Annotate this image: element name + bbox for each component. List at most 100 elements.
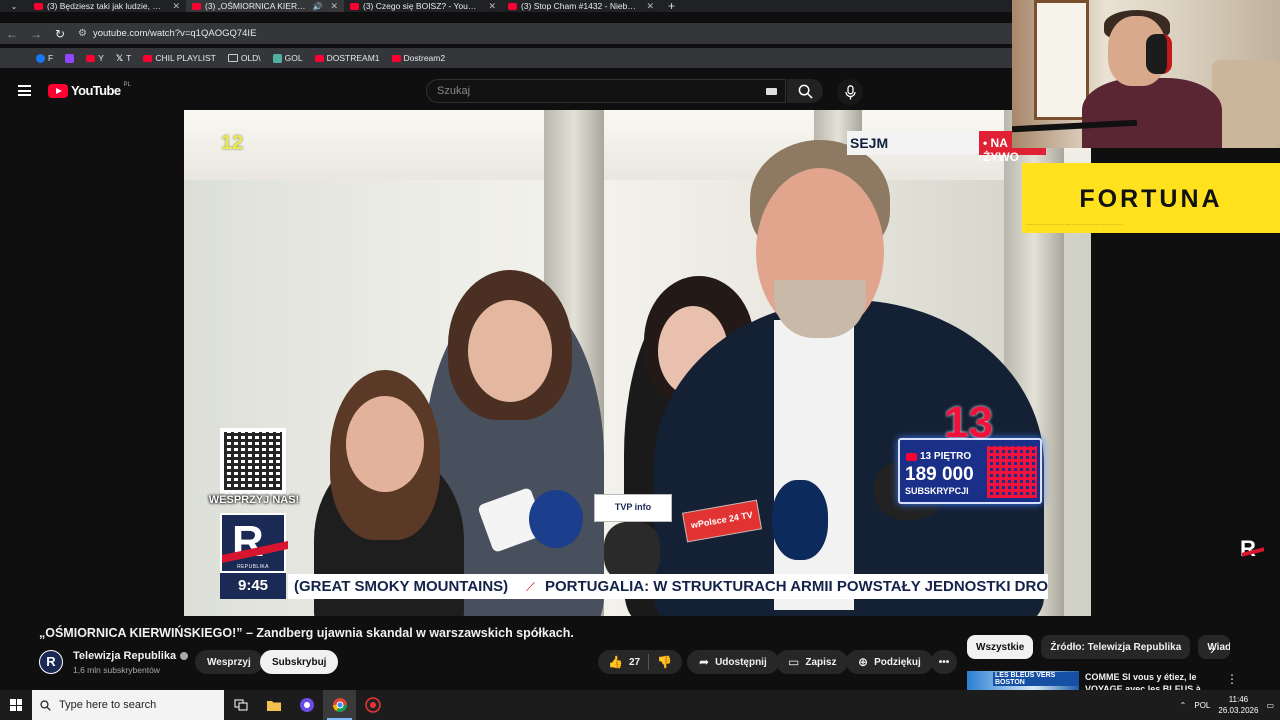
tab-title: (3) „OŚMIORNICA KIERWIŃ xyxy=(205,1,309,11)
tray-overflow-chevron-icon[interactable]: ⌃ xyxy=(1180,701,1187,710)
language-indicator[interactable]: POL xyxy=(1194,701,1210,710)
bookmark-y[interactable]: Y xyxy=(86,53,104,63)
webcam-couch xyxy=(1212,60,1280,148)
more-actions-button[interactable]: ••• xyxy=(931,650,957,674)
support-button[interactable]: Wesprzyj xyxy=(195,650,263,674)
close-tab-icon[interactable]: ✕ xyxy=(172,1,180,12)
ticker-text-right: PORTUGALIA: W STRUKTURACH ARMII POWSTAŁY… xyxy=(544,578,1048,595)
chip-source[interactable]: Źródło: Telewizja Republika xyxy=(1041,635,1191,659)
bookmark-chil-playlist[interactable]: CHIL PLAYLIST xyxy=(143,53,216,63)
facebook-icon xyxy=(36,53,45,63)
youtube-icon xyxy=(86,54,96,62)
bookmark-gol[interactable]: GOL xyxy=(272,53,303,63)
youtube-header: YouTube PL Szukaj xyxy=(0,72,1012,110)
polsat-news-mic xyxy=(772,480,828,560)
share-button[interactable]: ➦ Udostępnij xyxy=(687,650,779,674)
verified-check-icon xyxy=(180,652,189,660)
thumbnail-text: LES BLEUS VERS BOSTON xyxy=(993,672,1079,686)
broadcast-clock: 9:45 xyxy=(220,573,286,599)
reload-icon[interactable]: ↻ xyxy=(48,27,72,41)
notification-icon[interactable]: ▭ xyxy=(1266,701,1274,710)
thanks-button[interactable]: ⊕ Podziękuj xyxy=(846,650,933,674)
channel-name: Telewizja Republika xyxy=(73,650,177,662)
search-input[interactable]: Szukaj xyxy=(426,79,786,103)
streamer-webcam xyxy=(1012,0,1280,148)
channel-number-badge: 12 xyxy=(221,132,244,154)
task-view-icon[interactable] xyxy=(224,690,257,720)
chip-all[interactable]: Wszystkie xyxy=(967,635,1034,659)
divider xyxy=(648,654,650,670)
bookmark-label: CHIL PLAYLIST xyxy=(155,53,216,63)
chevron-right-icon[interactable]: › xyxy=(1210,641,1215,657)
bookmark-folder-old[interactable]: OLD\ xyxy=(227,53,261,63)
file-explorer-icon[interactable] xyxy=(257,690,290,720)
channel-name-row[interactable]: Telewizja Republika xyxy=(73,650,189,662)
bookmark-f[interactable]: F xyxy=(36,53,53,63)
recommended-video-thumbnail[interactable]: LES BLEUS VERS BOSTON xyxy=(967,671,1079,691)
youtube-favicon-icon xyxy=(508,2,517,10)
microphone-icon xyxy=(844,84,856,99)
taskbar-clock[interactable]: 11:46 26.03.2026 xyxy=(1218,694,1258,716)
recording-app-icon[interactable] xyxy=(356,690,389,720)
browser-tab[interactable]: (3) Czego się BOISZ? - YouTube ✕ xyxy=(344,0,502,12)
close-tab-icon[interactable]: ✕ xyxy=(330,1,338,12)
speaker-icon[interactable]: 🔊 xyxy=(312,2,322,11)
youtube-favicon-icon xyxy=(34,2,43,10)
bookmarks-bar: F Y 𝕏 T CHIL PLAYLIST OLD\ GOL DOSTREAM1 xyxy=(0,48,1012,68)
back-arrow-icon[interactable]: ← xyxy=(0,27,24,41)
browser-tab[interactable]: (3) Stop Cham #1432 - Niebezp ✕ xyxy=(502,0,660,12)
tab-title: (3) Będziesz taki jak ludzie, któr xyxy=(47,1,165,11)
bookmark-dostream1[interactable]: DOSTREAM1 xyxy=(314,53,380,63)
donate-label: WESPRZYJ NAS! xyxy=(208,494,300,506)
obs-app-icon[interactable] xyxy=(290,690,323,720)
save-button[interactable]: ▭ Zapisz xyxy=(776,650,849,674)
badge-qr-code xyxy=(987,446,1037,498)
gol-icon xyxy=(272,53,282,63)
video-player[interactable]: TVP info wPolsce 24 TV 12 SEJM • NA ŻYWO… xyxy=(184,110,1091,616)
recommended-video-title[interactable]: COMME SI vous y étiez, le VOYAGE avec le… xyxy=(1085,671,1210,691)
video-person-face xyxy=(468,300,552,402)
chrome-app-icon[interactable] xyxy=(323,690,356,720)
bookmark-label: F xyxy=(48,53,54,63)
close-tab-icon[interactable]: ✕ xyxy=(488,1,496,12)
tab-title: (3) Stop Cham #1432 - Niebezp xyxy=(521,1,639,11)
hamburger-menu-icon[interactable] xyxy=(18,85,31,96)
windows-logo-icon xyxy=(10,699,22,711)
tvp-info-mic-flag: TVP info xyxy=(594,494,672,522)
start-button[interactable] xyxy=(0,690,32,720)
keyboard-icon[interactable] xyxy=(766,88,777,95)
close-tab-icon[interactable]: ✕ xyxy=(646,1,654,12)
ad-brand: FORTUNA xyxy=(1079,185,1223,213)
more-vertical-icon[interactable]: ⋮ xyxy=(1226,672,1238,686)
channel-avatar[interactable]: R xyxy=(39,650,63,674)
search-icon xyxy=(40,699,51,711)
site-settings-icon[interactable]: ⚙ xyxy=(78,28,87,39)
station-name: REPUBLIKA xyxy=(237,564,269,570)
taskbar-date: 26.03.2026 xyxy=(1218,706,1259,715)
thumbs-down-icon[interactable]: 👎 xyxy=(657,655,672,669)
ticker-separator-icon xyxy=(526,582,535,591)
browser-tab-active[interactable]: (3) „OŚMIORNICA KIERWIŃ 🔊 ✕ xyxy=(186,0,344,12)
taskbar-search-input[interactable]: Type here to search xyxy=(32,690,224,720)
youtube-logo[interactable]: YouTube PL xyxy=(48,82,131,98)
ticker-text-left: (GREAT SMOKY MOUNTAINS) xyxy=(294,578,509,595)
tab-search-chevron-icon[interactable]: ⌄ xyxy=(0,0,28,12)
voice-search-button[interactable] xyxy=(837,79,863,105)
thumbs-up-icon: 👍 xyxy=(607,655,623,669)
url-field[interactable]: ⚙ youtube.com/watch?v=q1QAOGQ74IE xyxy=(72,23,256,44)
youtube-icon xyxy=(143,54,153,62)
browser-tab-strip: ⌄ (3) Będziesz taki jak ludzie, któr ✕ (… xyxy=(0,0,1012,13)
share-icon: ➦ xyxy=(699,655,710,669)
subscribe-button[interactable]: Subskrybuj xyxy=(260,650,339,674)
browser-tab[interactable]: (3) Będziesz taki jak ludzie, któr ✕ xyxy=(28,0,186,12)
bookmark-twitch[interactable] xyxy=(65,53,75,63)
new-tab-plus-icon[interactable]: + xyxy=(660,0,683,13)
search-button[interactable] xyxy=(787,79,823,103)
forward-arrow-icon[interactable]: → xyxy=(24,27,48,41)
bookmark-t[interactable]: 𝕏 T xyxy=(116,53,131,64)
bookmark-dostream2[interactable]: Dostream2 xyxy=(391,53,445,63)
bookmark-icon: ▭ xyxy=(788,655,800,669)
fortuna-ad-banner[interactable]: FORTUNA ································… xyxy=(1022,163,1280,233)
like-button[interactable]: 👍 27 xyxy=(608,655,640,669)
taskbar-time: 11:46 xyxy=(1228,695,1249,704)
